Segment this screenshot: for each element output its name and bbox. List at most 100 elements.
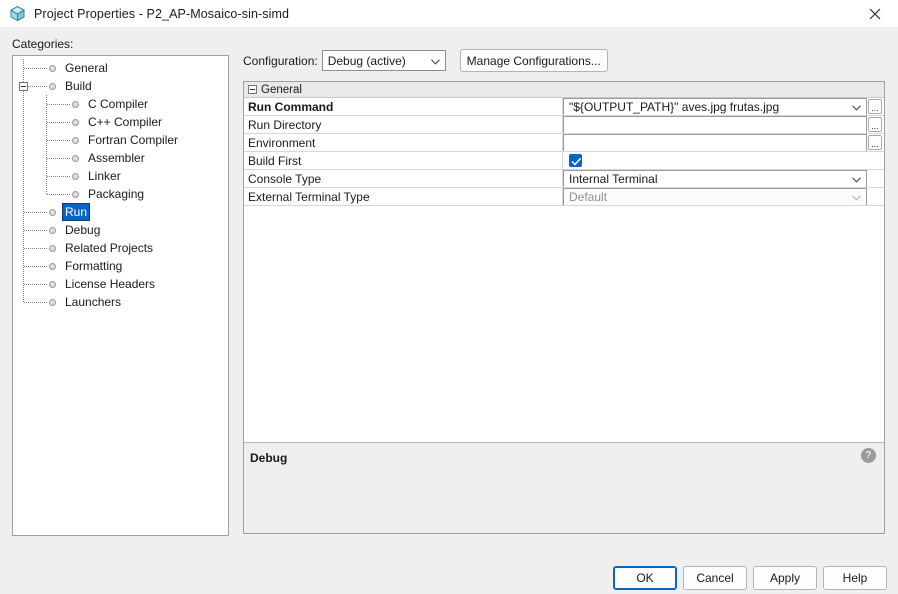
configuration-select[interactable]: Debug (active) bbox=[321, 50, 446, 71]
cancel-button[interactable]: Cancel bbox=[683, 566, 747, 590]
sidebar-item-assembler[interactable]: Assembler bbox=[86, 150, 147, 166]
tree-guide-line bbox=[24, 302, 47, 303]
categories-tree[interactable]: General Build C Compiler C++ Compiler Fortra… bbox=[13, 56, 228, 309]
property-value-cell[interactable]: "${OUTPUT_PATH}" aves.jpg frutas.jpg... bbox=[563, 98, 884, 115]
close-button[interactable] bbox=[852, 0, 898, 27]
chevron-down-icon bbox=[430, 58, 440, 66]
tree-guide-line bbox=[47, 176, 70, 177]
sidebar-item-formatting[interactable]: Formatting bbox=[63, 258, 124, 274]
property-value-text: Default bbox=[569, 189, 608, 204]
property-name: Build First bbox=[244, 152, 563, 169]
apply-button[interactable]: Apply bbox=[753, 566, 817, 590]
sidebar-item-related-projects[interactable]: Related Projects bbox=[63, 240, 155, 256]
tree-node-icon bbox=[72, 137, 79, 144]
sidebar-item-fortran-compiler[interactable]: Fortran Compiler bbox=[86, 132, 180, 148]
property-group-title: General bbox=[261, 83, 302, 96]
property-rows-container: Run Command "${OUTPUT_PATH}" aves.jpg fru… bbox=[244, 98, 884, 206]
property-value-text: Internal Terminal bbox=[569, 171, 658, 186]
sidebar-item-launchers[interactable]: Launchers bbox=[63, 294, 123, 310]
help-button[interactable]: Help bbox=[823, 566, 887, 590]
property-description-panel: Debug ? bbox=[244, 442, 884, 533]
tree-guide-line bbox=[47, 140, 70, 141]
categories-tree-panel[interactable]: General Build C Compiler C++ Compiler Fortra… bbox=[12, 55, 229, 536]
property-row[interactable]: Console Type Internal Terminal bbox=[244, 170, 884, 188]
tree-node-icon bbox=[49, 299, 56, 306]
chevron-down-icon[interactable] bbox=[852, 176, 861, 184]
property-editor-run-directory[interactable] bbox=[563, 116, 867, 133]
window-titlebar: Project Properties - P2_AP-Mosaico-sin-s… bbox=[0, 0, 898, 27]
configuration-row: Configuration: Debug (active) Manage Con… bbox=[243, 49, 608, 72]
sidebar-item-license-headers[interactable]: License Headers bbox=[63, 276, 157, 292]
browse-button-environment[interactable]: ... bbox=[868, 135, 882, 150]
sidebar-item-packaging[interactable]: Packaging bbox=[86, 186, 146, 202]
property-value-cell[interactable] bbox=[563, 152, 884, 169]
chevron-down-icon[interactable] bbox=[852, 104, 861, 112]
configuration-selected-value: Debug (active) bbox=[327, 53, 406, 68]
sidebar-item-build[interactable]: Build bbox=[63, 78, 94, 94]
chevron-down-icon[interactable] bbox=[852, 194, 861, 202]
sidebar-item-linker[interactable]: Linker bbox=[86, 168, 123, 184]
tree-guide-line bbox=[47, 194, 70, 195]
tree-guide-line bbox=[24, 248, 47, 249]
sidebar-item-c-compiler[interactable]: C++ Compiler bbox=[86, 114, 164, 130]
tree-node-icon bbox=[49, 65, 56, 72]
property-row[interactable]: External Terminal Type Default bbox=[244, 188, 884, 206]
property-value-cell[interactable]: ... bbox=[563, 116, 884, 133]
property-name: External Terminal Type bbox=[244, 188, 563, 205]
property-value-cell[interactable]: Internal Terminal bbox=[563, 170, 884, 187]
tree-node-icon bbox=[49, 227, 56, 234]
property-name: Run Command bbox=[244, 98, 563, 115]
tree-node-icon bbox=[49, 263, 56, 270]
property-editor-environment[interactable] bbox=[563, 134, 867, 151]
property-name: Environment bbox=[244, 134, 563, 151]
tree-guide-line bbox=[47, 104, 70, 105]
dialog-footer: OK Cancel Apply Help bbox=[0, 566, 898, 594]
property-row[interactable]: Run Directory... bbox=[244, 116, 884, 134]
sidebar-item-general[interactable]: General bbox=[63, 60, 110, 76]
tree-node-icon bbox=[72, 173, 79, 180]
property-row[interactable]: Run Command "${OUTPUT_PATH}" aves.jpg fru… bbox=[244, 98, 884, 116]
browse-button-run-directory[interactable]: ... bbox=[868, 117, 882, 132]
tree-guide-line bbox=[24, 68, 47, 69]
tree-node-icon bbox=[72, 101, 79, 108]
tree-guide-line bbox=[46, 95, 47, 194]
property-value-cell[interactable]: ... bbox=[563, 134, 884, 151]
property-editor-external-terminal-type: Default bbox=[563, 188, 867, 205]
property-editor-run-command[interactable]: "${OUTPUT_PATH}" aves.jpg frutas.jpg bbox=[563, 98, 867, 115]
property-row[interactable]: Build First bbox=[244, 152, 884, 170]
categories-label: Categories: bbox=[12, 37, 74, 51]
tree-node-icon bbox=[49, 83, 56, 90]
property-description-title: Debug bbox=[250, 451, 288, 465]
tree-node-icon bbox=[72, 155, 79, 162]
tree-guide-line bbox=[24, 266, 47, 267]
property-editor-console-type[interactable]: Internal Terminal bbox=[563, 170, 867, 187]
tree-node-icon bbox=[49, 281, 56, 288]
property-value-cell[interactable]: Default bbox=[563, 188, 884, 205]
tree-node-icon bbox=[72, 191, 79, 198]
tree-guide-line bbox=[47, 158, 70, 159]
tree-guide-line bbox=[24, 230, 47, 231]
tree-node-icon bbox=[49, 209, 56, 216]
tree-node-icon bbox=[49, 245, 56, 252]
close-icon bbox=[869, 8, 881, 20]
window-title: Project Properties - P2_AP-Mosaico-sin-s… bbox=[34, 6, 290, 21]
help-icon[interactable]: ? bbox=[861, 448, 876, 463]
configuration-label: Configuration: bbox=[243, 53, 318, 68]
property-group-header[interactable]: General bbox=[244, 82, 884, 98]
manage-configurations-button[interactable]: Manage Configurations... bbox=[459, 49, 608, 72]
sidebar-item-c-compiler[interactable]: C Compiler bbox=[86, 96, 150, 112]
sidebar-item-debug[interactable]: Debug bbox=[63, 222, 102, 238]
collapse-group-icon[interactable] bbox=[248, 85, 257, 94]
property-row[interactable]: Environment... bbox=[244, 134, 884, 152]
tree-guide-line bbox=[24, 212, 47, 213]
sidebar-item-run[interactable]: Run bbox=[61, 203, 91, 221]
property-sheet-rows: General Run Command "${OUTPUT_PATH}" aves… bbox=[244, 82, 884, 442]
tree-guide-line bbox=[24, 284, 47, 285]
tree-collapse-icon[interactable] bbox=[19, 82, 28, 91]
browse-button-run-command[interactable]: ... bbox=[868, 99, 882, 114]
tree-node-icon bbox=[72, 119, 79, 126]
ok-button[interactable]: OK bbox=[613, 566, 677, 590]
checkbox-build-first[interactable] bbox=[569, 154, 582, 167]
tree-guide-line bbox=[47, 122, 70, 123]
cube-icon bbox=[9, 5, 26, 22]
